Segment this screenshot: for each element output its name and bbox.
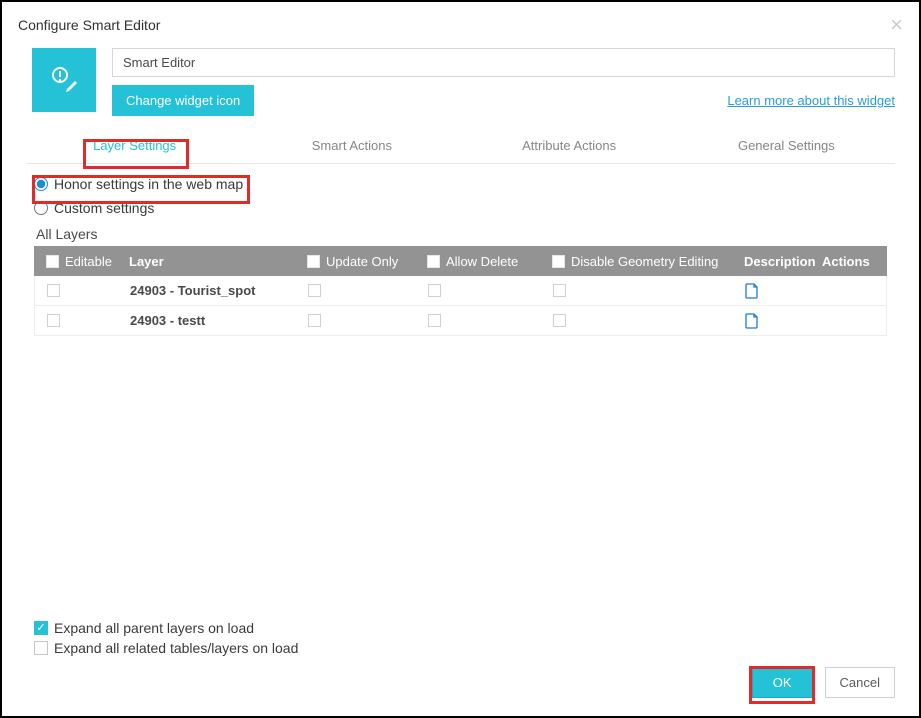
table-row: 24903 - Tourist_spot [34,276,887,306]
header-allow: Allow Delete [446,254,518,269]
expand-parent-row[interactable]: ✓ Expand all parent layers on load [34,618,298,638]
row-description-icon[interactable] [745,313,823,329]
cancel-button[interactable]: Cancel [825,667,895,698]
header-update-checkbox[interactable] [307,255,320,268]
header-geom: Disable Geometry Editing [571,254,718,269]
header-actions: Actions [822,254,870,269]
radio-custom-settings[interactable]: Custom settings [34,194,887,218]
tab-smart-actions[interactable]: Smart Actions [243,128,460,163]
widget-name-input[interactable] [112,48,895,77]
expand-parent-checkbox[interactable]: ✓ [34,621,48,635]
row-allow-checkbox[interactable] [428,314,441,327]
row-geom-checkbox[interactable] [553,314,566,327]
header-editable-checkbox[interactable] [46,255,59,268]
expand-related-row[interactable]: Expand all related tables/layers on load [34,638,298,658]
header-allow-checkbox[interactable] [427,255,440,268]
expand-related-label: Expand all related tables/layers on load [54,640,298,656]
all-layers-label: All Layers [34,218,887,246]
radio-honor-input[interactable] [34,177,48,191]
row-allow-checkbox[interactable] [428,284,441,297]
row-editable-checkbox[interactable] [47,284,60,297]
tab-layer-settings[interactable]: Layer Settings [26,128,243,163]
learn-more-link[interactable]: Learn more about this widget [727,93,895,108]
row-layer-name: 24903 - testt [130,313,205,328]
tabs: Layer Settings Smart Actions Attribute A… [26,128,895,164]
header-update: Update Only [326,254,398,269]
tab-general-settings[interactable]: General Settings [678,128,895,163]
row-geom-checkbox[interactable] [553,284,566,297]
widget-icon[interactable] [32,48,96,112]
row-description-icon[interactable] [745,283,823,299]
header-geom-checkbox[interactable] [552,255,565,268]
close-icon[interactable]: × [890,12,903,38]
row-update-checkbox[interactable] [308,284,321,297]
header-layer: Layer [129,254,164,269]
table-header: Editable Layer Update Only Allow Delete … [34,246,887,276]
radio-custom-input[interactable] [34,201,48,215]
dialog-title: Configure Smart Editor [18,17,160,33]
ok-button[interactable]: OK [752,667,813,698]
expand-related-checkbox[interactable] [34,641,48,655]
row-layer-name: 24903 - Tourist_spot [130,283,255,298]
header-description: Description [744,254,816,269]
expand-parent-label: Expand all parent layers on load [54,620,254,636]
row-update-checkbox[interactable] [308,314,321,327]
header-editable: Editable [65,254,112,269]
change-widget-icon-button[interactable]: Change widget icon [112,85,254,116]
tab-attribute-actions[interactable]: Attribute Actions [461,128,678,163]
row-editable-checkbox[interactable] [47,314,60,327]
layers-table: Editable Layer Update Only Allow Delete … [34,246,887,336]
table-row: 24903 - testt [34,306,887,336]
radio-custom-label: Custom settings [54,200,154,216]
radio-honor-label: Honor settings in the web map [54,176,243,192]
radio-honor-settings[interactable]: Honor settings in the web map [34,170,887,194]
